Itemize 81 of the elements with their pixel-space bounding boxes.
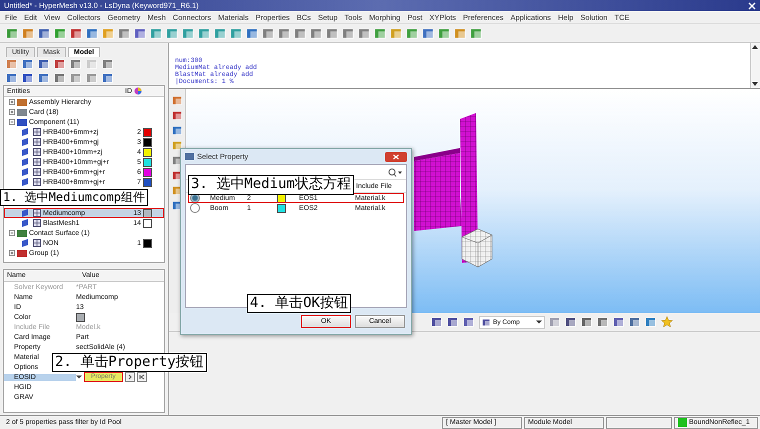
cube-mesh-drawing: [462, 228, 492, 268]
toolbar-icon[interactable]: [374, 26, 387, 40]
toolbar-icon[interactable]: [172, 125, 182, 136]
toolbar-icon[interactable]: [438, 26, 451, 40]
toolbar-icon[interactable]: [470, 26, 483, 40]
toolbar-icon[interactable]: [38, 26, 51, 40]
expand-toggle[interactable]: [9, 99, 15, 105]
grid-icon: [33, 239, 41, 247]
toolbar-icon[interactable]: [326, 26, 339, 40]
toolbar-icon[interactable]: [38, 58, 50, 70]
toolbar-icon[interactable]: [463, 316, 475, 328]
toolbar-icon[interactable]: [134, 26, 147, 40]
scroll-up-icon[interactable]: [751, 43, 759, 51]
toolbar-icon[interactable]: [262, 26, 275, 40]
toolbar-icon[interactable]: [431, 316, 443, 328]
caret-icon: [536, 319, 542, 325]
toolbar-icon[interactable]: [597, 316, 609, 328]
annotation-callout: 2. 单击Property按钮: [52, 352, 207, 372]
expand-toggle[interactable]: [9, 250, 15, 256]
toolbar-icon[interactable]: [629, 316, 641, 328]
toolbar-icon[interactable]: [118, 26, 131, 40]
toolbar-icon[interactable]: [150, 26, 163, 40]
toolbar-icon[interactable]: [406, 26, 419, 40]
toolbar-icon[interactable]: [86, 26, 99, 40]
toolbar-icon[interactable]: [54, 26, 67, 40]
toolbar-icon[interactable]: [54, 58, 66, 70]
star-icon[interactable]: [661, 316, 673, 328]
grid-icon: [33, 209, 41, 217]
toolbar-icon[interactable]: [172, 95, 182, 106]
toolbar-icon[interactable]: [422, 26, 435, 40]
toolbar-icon[interactable]: [198, 26, 211, 40]
toolbar-icon[interactable]: [358, 26, 371, 40]
toolbar-icon[interactable]: [645, 316, 657, 328]
toolbar-icon[interactable]: [172, 110, 182, 121]
grid-icon: [33, 219, 41, 227]
caret-icon[interactable]: [76, 374, 82, 380]
annotation-callout: 1. 选中Mediumcomp组件: [0, 189, 148, 206]
toolbar-icon[interactable]: [70, 58, 82, 70]
grid-icon: [33, 168, 41, 176]
toolbar-icon[interactable]: [22, 26, 35, 40]
toolbar-icon[interactable]: [581, 316, 593, 328]
annotation-callout: 3. 选中Medium状态方程: [188, 175, 354, 194]
expand-toggle[interactable]: [9, 230, 15, 236]
toolbar-icon[interactable]: [294, 26, 307, 40]
window-icon: [185, 152, 194, 161]
toolbar-icon[interactable]: [565, 316, 577, 328]
radio-button[interactable]: [190, 203, 200, 213]
color-wheel-icon[interactable]: [134, 87, 142, 95]
expand-toggle[interactable]: [9, 119, 15, 125]
toolbar-icon[interactable]: [182, 26, 195, 40]
grid-icon: [33, 148, 41, 156]
expand-toggle[interactable]: [9, 109, 15, 115]
close-icon[interactable]: [748, 2, 756, 10]
toolbar-icon[interactable]: [246, 26, 259, 40]
toolbar-icon[interactable]: [447, 316, 459, 328]
toolbar-icon[interactable]: [342, 26, 355, 40]
grid-icon: [33, 128, 41, 136]
toolbar-icon[interactable]: [6, 72, 18, 84]
first-record-icon[interactable]: [136, 372, 147, 382]
toolbar-icon[interactable]: [278, 26, 291, 40]
annotation-callout: 4. 单击OK按钮: [246, 294, 351, 313]
toolbar-icon[interactable]: [310, 26, 323, 40]
toolbar-icon[interactable]: [70, 26, 83, 40]
toolbar-icon[interactable]: [166, 26, 179, 40]
grid-icon: [33, 138, 41, 146]
component-icon: [22, 239, 31, 247]
toolbar-icon[interactable]: [102, 58, 114, 70]
search-icon[interactable]: [388, 168, 402, 176]
toolbar-icon[interactable]: [54, 72, 66, 84]
toolbar-icon[interactable]: [230, 26, 243, 40]
select-icon[interactable]: [124, 372, 135, 382]
toolbar-icon[interactable]: [6, 26, 19, 40]
toolbar-icon[interactable]: [613, 316, 625, 328]
toolbar-icon[interactable]: [102, 72, 114, 84]
toolbar-icon[interactable]: [22, 72, 34, 84]
grid-icon: [33, 158, 41, 166]
toolbar-icon[interactable]: [214, 26, 227, 40]
toolbar-icon[interactable]: [38, 72, 50, 84]
toolbar-icon[interactable]: [22, 58, 34, 70]
grid-icon: [33, 178, 41, 186]
close-icon[interactable]: [385, 152, 407, 162]
